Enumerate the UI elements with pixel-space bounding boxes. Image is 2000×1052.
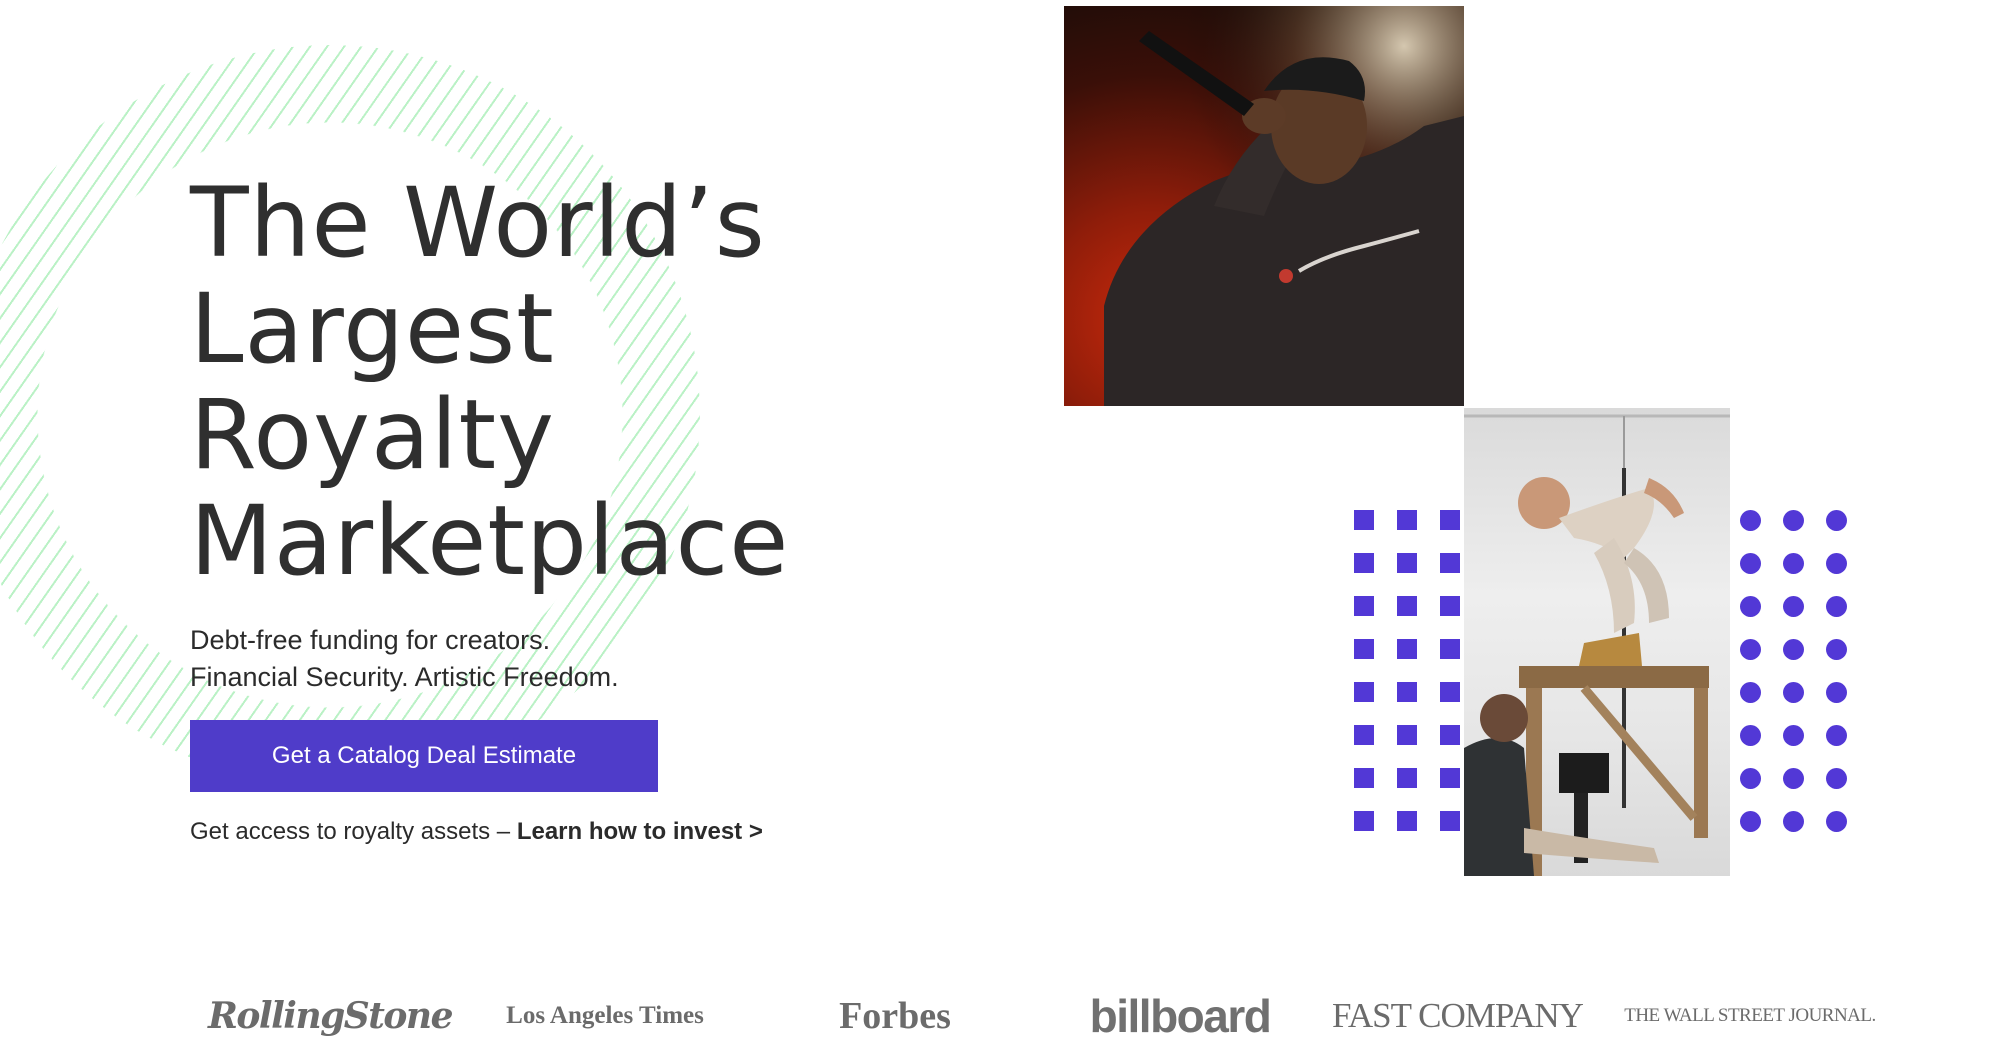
headline-line-2: Largest Royalty [190, 273, 555, 491]
los-angeles-times-logo: Los Angeles Times [506, 1002, 704, 1029]
decorative-round-dots [1740, 510, 1847, 832]
dancer-photo [1464, 408, 1730, 876]
subtitle-line-2: Financial Security. Artistic Freedom. [190, 662, 619, 692]
catalog-deal-estimate-button[interactable]: Get a Catalog Deal Estimate [190, 720, 658, 792]
rolling-stone-logo: RollingStone [207, 995, 454, 1037]
subtitle-line-1: Debt-free funding for creators. [190, 625, 551, 655]
singer-photo [1064, 6, 1464, 406]
headline-line-3: Marketplace [190, 485, 790, 597]
press-logos-bar: RollingStone Los Angeles Times Forbes bi… [190, 990, 1890, 1050]
page: The World’s Largest Royalty Marketplace … [0, 0, 2000, 1052]
fast-company-logo: FAST COMPANY [1332, 996, 1584, 1035]
invest-prefix-text: Get access to royalty assets – [190, 818, 517, 845]
invest-line: Get access to royalty assets – Learn how… [190, 818, 950, 846]
headline-line-1: The World’s [190, 167, 766, 279]
forbes-logo: Forbes [839, 995, 951, 1037]
wall-street-journal-logo: THE WALL STREET JOURNAL. [1624, 1005, 1876, 1026]
dancer-illustration [1464, 414, 1730, 876]
hero-section: The World’s Largest Royalty Marketplace … [190, 170, 950, 846]
learn-how-to-invest-link[interactable]: Learn how to invest > [517, 818, 763, 845]
hero-headline: The World’s Largest Royalty Marketplace [190, 170, 950, 594]
decorative-square-dots [1354, 510, 1460, 831]
billboard-logo: billboard [1089, 990, 1272, 1042]
singer-illustration [1064, 6, 1464, 406]
hero-subtitle: Debt-free funding for creators. Financia… [190, 622, 950, 696]
